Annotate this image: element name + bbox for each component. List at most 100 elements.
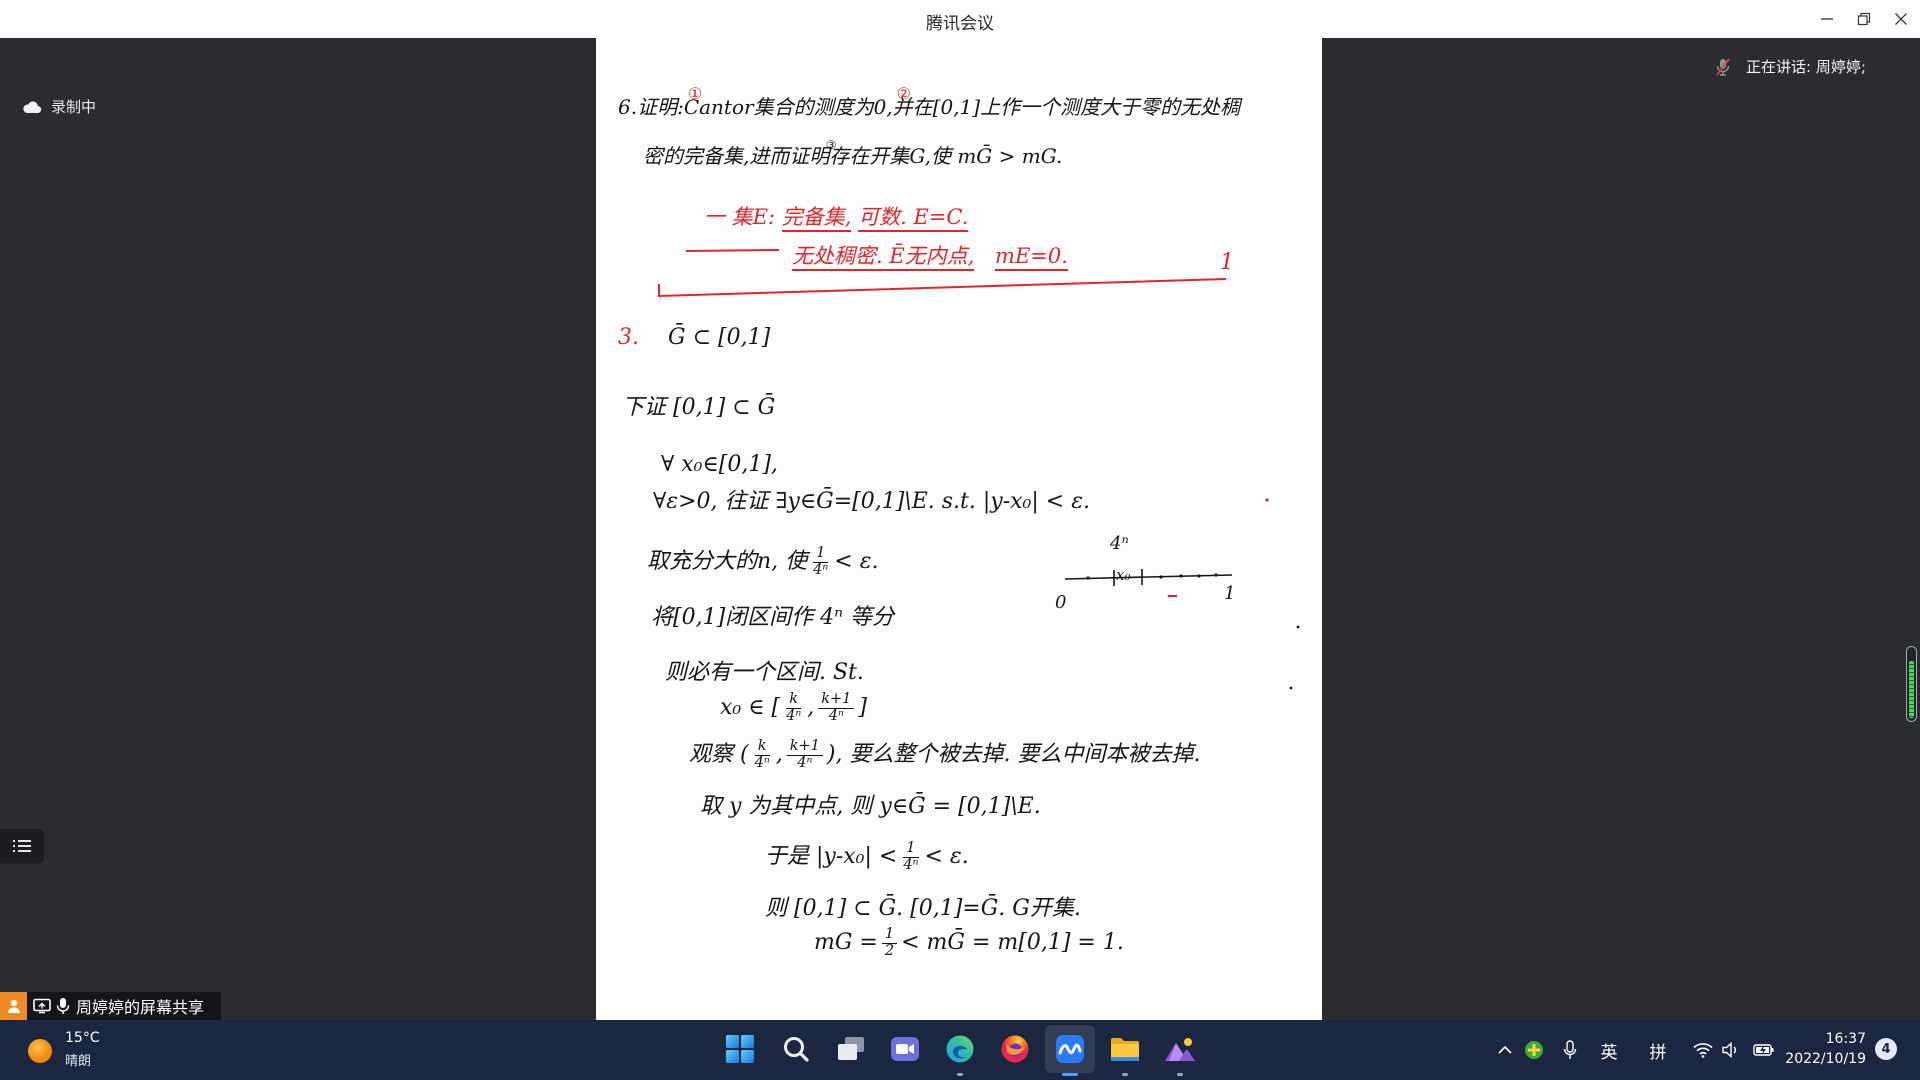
annotation-text: 完备集, xyxy=(781,205,852,232)
tray-app-button[interactable] xyxy=(1523,1038,1545,1062)
clock[interactable]: 16:37 2022/10/19 xyxy=(1766,1029,1866,1069)
restore-button[interactable] xyxy=(1845,0,1883,38)
fraction-denominator: 4ⁿ xyxy=(813,561,829,578)
proof-text: 于是 |y-x₀| < xyxy=(765,844,898,870)
annotation-text: mE=0. xyxy=(995,244,1068,271)
diagram-top-label: 4ⁿ xyxy=(1110,533,1129,554)
close-icon xyxy=(1895,13,1907,25)
step-label: 3. xyxy=(618,325,639,350)
windows-start-icon xyxy=(726,1035,754,1063)
wifi-icon xyxy=(1693,1043,1713,1058)
chevron-up-icon xyxy=(1498,1045,1512,1054)
fraction-numerator: 1 xyxy=(903,840,919,858)
start-button[interactable] xyxy=(720,1029,760,1069)
close-button[interactable] xyxy=(1882,0,1920,38)
problem-line-1: 6.证明:①Cantor集合的测度为0,②并在[0,1]上作一个测度大于零的无处… xyxy=(618,83,1241,119)
running-indicator xyxy=(1177,1073,1183,1076)
ime-language-button[interactable]: 英 xyxy=(1597,1038,1621,1063)
proof-hence: 于是 |y-x₀| <1 4ⁿ < ε. xyxy=(765,840,969,873)
proof-text: mG = xyxy=(814,930,878,956)
fraction-numerator: k xyxy=(754,738,770,756)
problem-text: 存在开集G,使 mḠ > mG. xyxy=(829,144,1063,168)
fraction: k 4ⁿ xyxy=(784,691,803,724)
clock-date: 2022/10/19 xyxy=(1785,1051,1866,1067)
firefox-app[interactable] xyxy=(995,1029,1035,1069)
restore-icon xyxy=(1857,12,1871,26)
annotation-bracket-end: 1 xyxy=(1220,250,1234,275)
member-list-button[interactable] xyxy=(0,829,44,863)
proof-conclude: 则 [0,1] ⊂ Ḡ. [0,1]=Ḡ. G开集. xyxy=(765,896,1081,921)
file-explorer-icon xyxy=(1111,1038,1139,1061)
annotation-text: 可数. E=C. xyxy=(858,205,969,232)
proof-choose-n: 取充分大的n, 使 1 4ⁿ < ε. xyxy=(647,545,879,578)
proof-text: ] xyxy=(858,695,868,721)
weather-temperature: 15°C xyxy=(65,1030,100,1046)
fraction: k 4ⁿ xyxy=(753,738,772,771)
diagram-right-label: 1 xyxy=(1224,583,1236,604)
annotation-dot xyxy=(1265,498,1269,502)
proof-for-all-x: ∀ x₀∈[0,1], xyxy=(661,452,778,477)
show-hidden-icons-button[interactable] xyxy=(1495,1038,1515,1062)
proof-text: 取充分大的n, 使 xyxy=(647,549,808,575)
running-indicator xyxy=(1122,1073,1128,1076)
recording-label: 录制中 xyxy=(51,98,97,116)
problem-text: Cantor集合的测度为0, xyxy=(683,95,893,119)
screen-share-icon xyxy=(33,998,51,1014)
cloud-icon xyxy=(23,100,42,113)
problem-text: 密的完备集,进而证明 xyxy=(643,144,830,168)
task-view-button[interactable] xyxy=(831,1029,871,1069)
fraction-numerator: 1 xyxy=(813,545,829,563)
minimize-button[interactable] xyxy=(1808,0,1846,38)
fraction: 12 xyxy=(881,926,898,959)
fraction-numerator: k xyxy=(786,691,802,709)
mic-muted-icon xyxy=(1716,57,1730,76)
search-button[interactable] xyxy=(776,1029,816,1069)
user-icon xyxy=(0,992,27,1020)
tencent-meeting-app[interactable] xyxy=(1050,1029,1090,1069)
recording-indicator[interactable]: 录制中 xyxy=(22,96,96,117)
file-explorer-app[interactable] xyxy=(1105,1029,1145,1069)
firefox-icon xyxy=(1001,1035,1029,1063)
proof-text: < ε. xyxy=(924,844,969,870)
fraction: 1 4ⁿ xyxy=(901,840,920,873)
annotation-line-1: 一 集E: 完备集, 可数. E=C. xyxy=(704,204,969,232)
mic-icon xyxy=(1563,1040,1577,1059)
task-view-icon xyxy=(838,1037,864,1060)
chat-icon xyxy=(891,1037,919,1061)
annotation-text: 一 集E: xyxy=(704,205,776,229)
window-title: 腾讯会议 xyxy=(926,14,994,34)
ime-mode-button[interactable]: 拼 xyxy=(1646,1038,1670,1063)
volume-meter xyxy=(1906,646,1917,722)
chat-button[interactable] xyxy=(885,1029,925,1069)
proof-text: Ḡ ⊂ [0,1] xyxy=(668,325,771,350)
problem-text: 6.证明: xyxy=(618,95,684,119)
taskbar: 15°C 晴朗 英 拼 16:37 2022/10/19 4 xyxy=(0,1020,1920,1080)
proof-interval: x₀ ∈ [k 4ⁿ, k+1 4ⁿ] xyxy=(720,691,868,724)
proof-text: , xyxy=(807,695,815,721)
volume-level xyxy=(1909,661,1914,718)
edge-icon xyxy=(946,1035,974,1063)
fraction: 1 4ⁿ xyxy=(811,545,830,578)
fraction-denominator: 4ⁿ xyxy=(786,707,802,724)
network-button[interactable] xyxy=(1692,1038,1714,1062)
list-icon xyxy=(13,840,31,852)
screen-share-bar[interactable]: 周婷婷的屏幕共享 xyxy=(0,992,221,1020)
proof-exists: 则必有一个区间. St. xyxy=(665,660,864,685)
proof-to-show: 下证 [0,1] ⊂ Ḡ xyxy=(622,395,776,420)
fraction-numerator: k+1 xyxy=(818,691,855,709)
tencent-meeting-icon xyxy=(1056,1035,1084,1063)
fraction-denominator: 4ⁿ xyxy=(828,707,844,724)
annotation-text: 无处稠密. Ē无内点, xyxy=(792,244,975,271)
annotation-line-2: 无处稠密. Ē无内点, mE=0. xyxy=(792,243,1068,271)
photos-app[interactable] xyxy=(1160,1029,1200,1069)
diagram-left-label: 0 xyxy=(1055,592,1067,613)
proof-measure: mG = 1 2 < mḠ = m[0,1] = 1. xyxy=(814,926,1124,959)
edge-app[interactable] xyxy=(940,1029,980,1069)
tray-mic-button[interactable] xyxy=(1561,1038,1579,1062)
annotation-stroke xyxy=(685,249,780,252)
ink-dot xyxy=(1289,686,1293,690)
weather-condition: 晴朗 xyxy=(65,1054,92,1069)
sun-icon xyxy=(28,1039,52,1063)
volume-button[interactable] xyxy=(1721,1038,1741,1062)
notification-badge[interactable]: 4 xyxy=(1875,1038,1897,1060)
